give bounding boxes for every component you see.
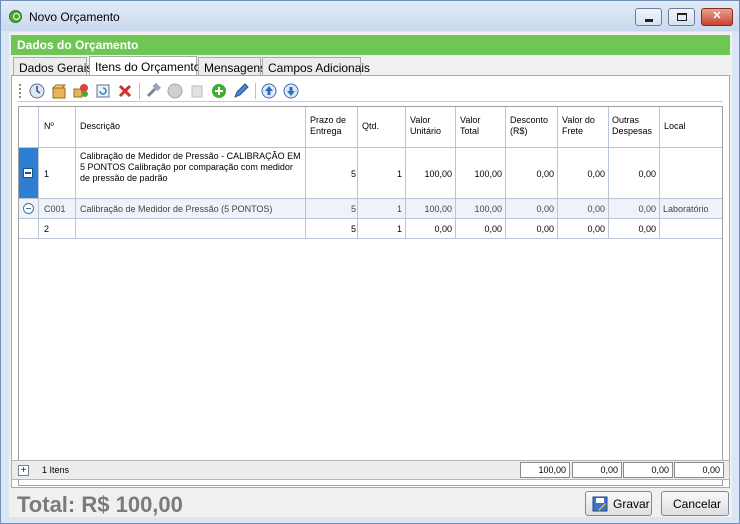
cell-valor-unitario: 100,00 [424,169,452,179]
cell-valor-unitario: 100,00 [424,204,452,214]
grid-line [608,107,609,239]
disabled-doc-icon[interactable] [188,82,206,100]
cell-prazo: 5 [350,169,356,179]
grid-line [405,107,406,239]
disabled-circle-icon[interactable] [166,82,184,100]
toolbar-separator [139,83,140,99]
cell-descricao [77,223,305,225]
refresh-icon[interactable] [94,82,112,100]
items-count: 1 Itens [42,465,70,475]
cell-outras: 0,00 [638,169,656,179]
save-label: Gravar [613,497,650,511]
cell-local: Laboratório [663,204,709,214]
cell-local [660,223,666,225]
cell-valor-total: 100,00 [474,169,502,179]
grid-line [38,107,39,239]
cancel-label: Cancelar [673,497,722,511]
close-icon: ✕ [712,10,722,22]
summary-total-value: 100,00 [520,462,570,478]
title-bar[interactable]: Novo Orçamento ✕ [1,1,739,31]
add-icon[interactable] [210,82,228,100]
arrow-up-icon[interactable] [260,82,278,100]
cancel-button[interactable]: Cancelar [661,491,729,516]
cell-descricao: Calibração de Medidor de Pressão (5 PONT… [80,204,273,214]
cell-prazo: 5 [350,224,356,234]
expand-all-icon[interactable]: + [18,465,29,476]
cell-qtd: 1 [396,169,402,179]
save-button[interactable]: Gravar [585,491,652,516]
delete-icon[interactable] [116,82,134,100]
cell-num: C001 [44,204,66,214]
save-icon [592,496,608,512]
cell-desconto: 0,00 [536,169,554,179]
minimize-button[interactable] [635,8,662,26]
cell-frete: 0,00 [587,169,605,179]
cell-frete: 0,00 [587,204,605,214]
window: Novo Orçamento ✕ Dados do Orçamento Dado… [0,0,740,524]
cell-local [660,168,666,170]
subitem-icon [23,203,34,214]
cell-frete: 0,00 [587,224,605,234]
toolbar [18,80,723,102]
grid-line [357,107,358,239]
cell-desconto: 0,00 [536,224,554,234]
window-title: Novo Orçamento [29,10,120,24]
summary-outras: 0,00 [674,462,724,478]
minimize-icon [645,19,653,22]
maximize-icon [677,13,687,21]
grid-line [659,107,660,239]
tab-dados-gerais[interactable]: Dados Gerais [13,57,92,76]
toolbar-grip[interactable] [19,84,21,98]
grid-line [455,107,456,239]
cell-desconto: 0,00 [536,204,554,214]
cell-outras: 0,00 [638,204,656,214]
table-row[interactable]: 2 5 1 0,00 0,00 0,00 0,00 0,00 [19,219,722,239]
toolbar-separator [255,83,256,99]
grid-line [305,107,306,239]
items-grid: Nº Descrição Prazo de Entrega Qtd. Valor… [18,106,723,486]
table-row[interactable]: C001 Calibração de Medidor de Pressão (5… [19,199,722,219]
cell-num: 1 [44,169,50,179]
box-icon[interactable] [50,82,68,100]
row-expander[interactable] [19,148,38,198]
hammer-icon[interactable] [144,82,162,100]
cell-qtd: 1 [396,204,402,214]
arrow-down-icon[interactable] [282,82,300,100]
collapse-icon [23,168,33,178]
maximize-button[interactable] [668,8,695,26]
total-amount: Total: R$ 100,00 [17,492,183,517]
grid-line [557,107,558,239]
cell-qtd: 1 [396,224,402,234]
clock-refresh-icon[interactable] [28,82,46,100]
cell-valor-unitario: 0,00 [434,224,452,234]
items-panel: Nº Descrição Prazo de Entrega Qtd. Valor… [11,75,730,488]
summary-desconto: 0,00 [572,462,622,478]
cell-prazo: 5 [350,204,356,214]
cell-valor-total: 0,00 [484,224,502,234]
app-icon [9,10,22,23]
grid-line [505,107,506,239]
multi-item-icon[interactable] [72,82,90,100]
cell-descricao: Calibração de Medidor de Pressão - CALIB… [80,151,301,183]
cell-outras: 0,00 [638,224,656,234]
cell-valor-total: 100,00 [474,204,502,214]
section-title: Dados do Orçamento [17,38,139,52]
content-area: Dados do Orçamento Dados Gerais Itens do… [9,32,732,517]
grid-summary-bar: + 1 Itens 100,00 0,00 0,00 0,00 [11,460,730,480]
edit-icon[interactable] [232,82,250,100]
tab-mensagens[interactable]: Mensagens [198,57,266,76]
table-row[interactable]: 1 Calibração de Medidor de Pressão - CAL… [19,148,722,199]
section-header: Dados do Orçamento [11,35,730,55]
tab-itens-do-orcamento[interactable]: Itens do Orçamento [89,56,200,77]
tab-campos-adicionais[interactable]: Campos Adicionais [262,57,370,76]
summary-frete: 0,00 [623,462,673,478]
grid-line [75,107,76,239]
cell-num: 2 [44,224,50,234]
close-button[interactable]: ✕ [701,8,733,26]
